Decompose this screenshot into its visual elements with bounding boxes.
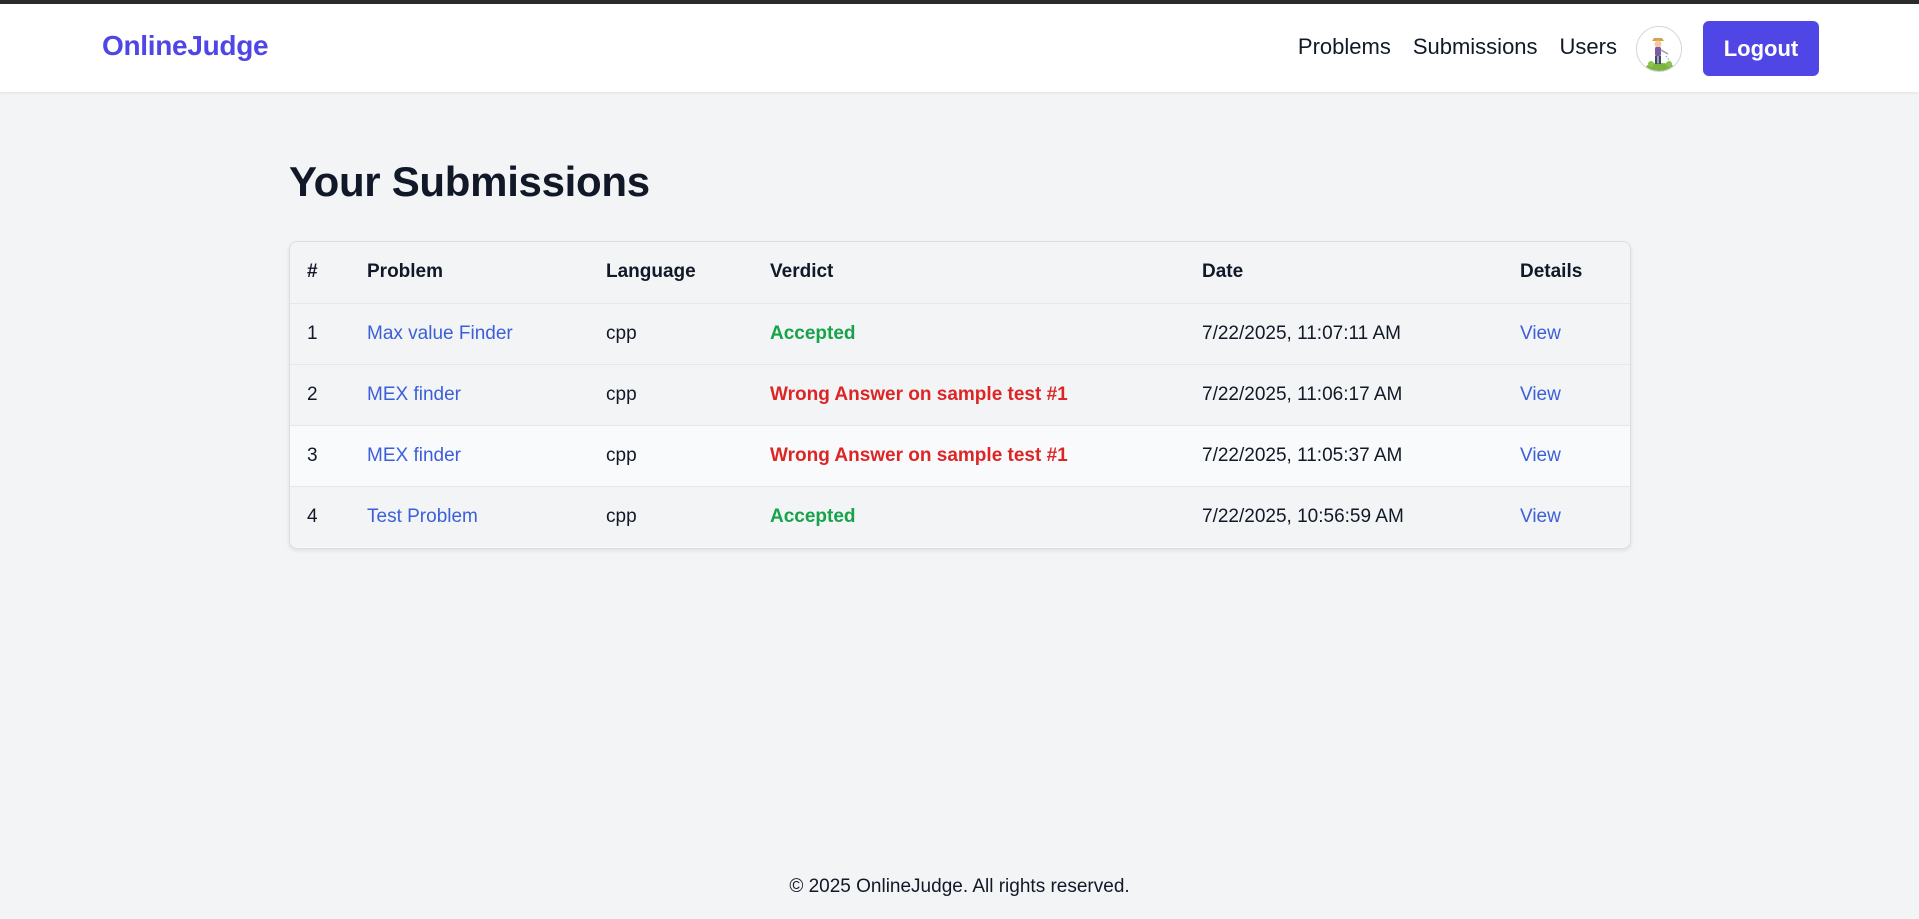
- nav-link-submissions[interactable]: Submissions: [1413, 34, 1538, 60]
- nav-link-users[interactable]: Users: [1560, 34, 1617, 60]
- problem-link[interactable]: Test Problem: [367, 506, 478, 527]
- submission-language: cpp: [606, 444, 637, 466]
- submissions-table-card: # Problem Language Verdict Date Details …: [289, 241, 1631, 549]
- submissions-table: # Problem Language Verdict Date Details …: [290, 242, 1630, 547]
- problem-link[interactable]: MEX finder: [367, 445, 461, 466]
- submission-number: 3: [307, 444, 318, 466]
- submission-number: 2: [307, 383, 318, 405]
- view-details-link[interactable]: View: [1520, 506, 1561, 527]
- column-header-details: Details: [1503, 242, 1630, 303]
- problem-link[interactable]: MEX finder: [367, 384, 461, 405]
- logout-button[interactable]: Logout: [1703, 21, 1819, 76]
- submission-language: cpp: [606, 322, 637, 344]
- verdict-badge: Wrong Answer on sample test #1: [770, 383, 1068, 405]
- column-header-verdict: Verdict: [753, 242, 1185, 303]
- submission-date: 7/22/2025, 10:56:59 AM: [1202, 505, 1404, 527]
- column-header-language: Language: [589, 242, 753, 303]
- page-title: Your Submissions: [289, 158, 650, 205]
- submission-date: 7/22/2025, 11:07:11 AM: [1202, 322, 1401, 344]
- table-row: 3 MEX finder cpp Wrong Answer on sample …: [290, 425, 1630, 486]
- footer-copyright: © 2025 OnlineJudge. All rights reserved.: [789, 876, 1130, 897]
- nav-links: Problems Submissions Users: [1276, 34, 1617, 60]
- submission-number: 1: [307, 322, 318, 344]
- table-row: 1 Max value Finder cpp Accepted 7/22/202…: [290, 303, 1630, 364]
- navbar: OnlineJudge Problems Submissions Users L…: [0, 4, 1919, 92]
- verdict-badge: Accepted: [770, 322, 856, 344]
- view-details-link[interactable]: View: [1520, 445, 1561, 466]
- verdict-badge: Wrong Answer on sample test #1: [770, 444, 1068, 466]
- table-row: 2 MEX finder cpp Wrong Answer on sample …: [290, 364, 1630, 425]
- submission-date: 7/22/2025, 11:05:37 AM: [1202, 444, 1403, 466]
- submission-number: 4: [307, 505, 318, 527]
- table-row: 4 Test Problem cpp Accepted 7/22/2025, 1…: [290, 486, 1630, 547]
- submission-language: cpp: [606, 505, 637, 527]
- user-avatar-icon[interactable]: [1636, 26, 1682, 72]
- brand-logo-link[interactable]: OnlineJudge: [102, 30, 269, 62]
- nav-link-problems[interactable]: Problems: [1298, 34, 1391, 60]
- view-details-link[interactable]: View: [1520, 384, 1561, 405]
- submission-language: cpp: [606, 383, 637, 405]
- problem-link[interactable]: Max value Finder: [367, 323, 513, 344]
- submission-date: 7/22/2025, 11:06:17 AM: [1202, 383, 1403, 405]
- view-details-link[interactable]: View: [1520, 323, 1561, 344]
- column-header-number: #: [290, 242, 350, 303]
- table-header-row: # Problem Language Verdict Date Details: [290, 242, 1630, 303]
- column-header-date: Date: [1185, 242, 1503, 303]
- column-header-problem: Problem: [350, 242, 589, 303]
- verdict-badge: Accepted: [770, 505, 856, 527]
